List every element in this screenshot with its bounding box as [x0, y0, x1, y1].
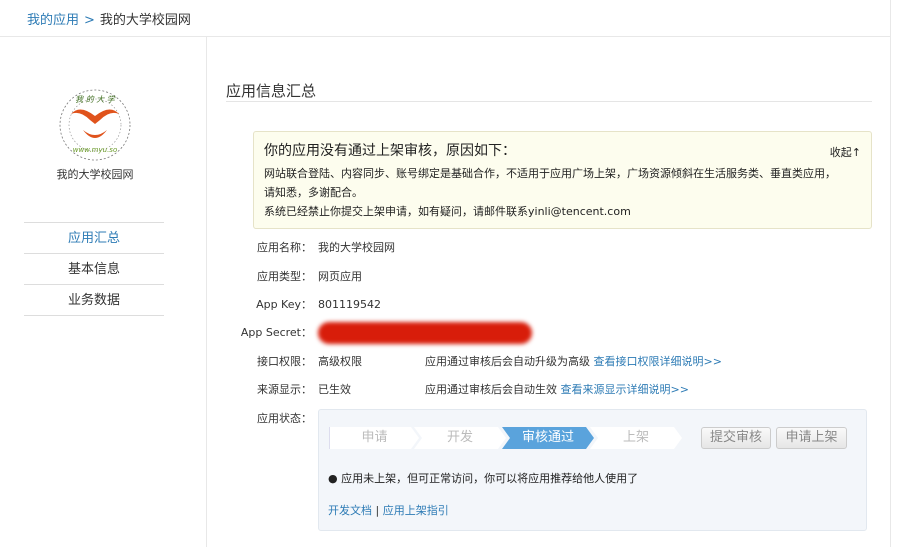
field-value: 我的大学校园网: [318, 241, 395, 254]
sidebar-app-name: 我的大学校园网: [56, 168, 134, 181]
field-app-key: App Key： 801119542: [230, 295, 870, 315]
redaction-mark: [318, 322, 532, 344]
notice-line: 请知悉，多谢配合。: [264, 186, 363, 199]
breadcrumb-current: 我的大学校园网: [99, 13, 191, 28]
app-logo: 我 的 大 学 www.myu.so: [59, 89, 131, 161]
field-label: 应用状态：: [257, 412, 312, 425]
status-message-text: 应用未上架，但可正常访问，你可以将应用推荐给他人使用了: [341, 472, 639, 485]
field-value: 网页应用: [318, 270, 362, 283]
notice-line: 网站联合登陆、内容同步、账号绑定是基础合作，不适用于应用广场上架，广场资源倾斜在…: [264, 167, 836, 180]
collapse-button[interactable]: 收起↑: [830, 144, 861, 160]
breadcrumb-separator: >: [84, 13, 95, 28]
publish-guide-link[interactable]: 应用上架指引: [383, 504, 449, 517]
step-apply: 申请: [329, 427, 419, 449]
field-label: 应用类型：: [257, 270, 312, 283]
api-permission-details-link[interactable]: 查看接口权限详细说明>>: [594, 355, 722, 368]
sidebar-item-basic-info[interactable]: 基本信息: [24, 253, 164, 284]
apply-publish-button[interactable]: 申请上架: [776, 427, 847, 449]
step-develop: 开发: [414, 427, 506, 449]
field-label: 应用名称：: [257, 241, 312, 254]
field-label: App Secret：: [240, 326, 312, 339]
sidebar-item-summary[interactable]: 应用汇总: [24, 222, 164, 253]
dev-docs-link[interactable]: 开发文档: [328, 504, 372, 517]
sidebar-divider-bottom: [24, 315, 164, 316]
bullet-icon: ●: [328, 472, 342, 485]
notice-line: 系统已经禁止你提交上架申请，如有疑问，请邮件联系yinli@tencent.co…: [264, 205, 631, 218]
sidebar-item-business-data[interactable]: 业务数据: [24, 284, 164, 315]
field-note-text: 应用通过审核后会自动生效: [425, 383, 557, 396]
rejection-notice: 你的应用没有通过上架审核，原因如下： 收起↑ 网站联合登陆、内容同步、账号绑定是…: [253, 131, 872, 229]
breadcrumb: 我的应用 > 我的大学校园网: [27, 9, 191, 28]
field-source-display: 来源显示： 已生效 应用通过审核后会自动生效 查看来源显示详细说明>>: [230, 380, 870, 400]
header-divider: [0, 36, 890, 37]
source-display-details-link[interactable]: 查看来源显示详细说明>>: [561, 383, 689, 396]
field-note: 应用通过审核后会自动生效 查看来源显示详细说明>>: [425, 380, 689, 400]
field-note: 应用通过审核后会自动升级为高级 查看接口权限详细说明>>: [425, 352, 722, 372]
notice-heading: 你的应用没有通过上架审核，原因如下：: [264, 143, 516, 159]
status-message: ● 应用未上架，但可正常访问，你可以将应用推荐给他人使用了: [328, 470, 638, 486]
field-app-name: 应用名称： 我的大学校园网: [230, 238, 870, 258]
field-value: 高级权限: [318, 355, 362, 368]
title-divider: [226, 101, 872, 102]
field-value: 已生效: [318, 383, 351, 396]
field-label: 接口权限：: [257, 355, 312, 368]
breadcrumb-my-apps-link[interactable]: 我的应用: [27, 13, 79, 28]
help-links: 开发文档 | 应用上架指引: [328, 502, 449, 518]
page-title: 应用信息汇总: [226, 82, 317, 100]
field-value: 801119542: [318, 298, 381, 311]
page-border: [890, 0, 891, 547]
svg-text:www.myu.so: www.myu.so: [73, 146, 118, 154]
field-note-text: 应用通过审核后会自动升级为高级: [425, 355, 590, 368]
field-app-type: 应用类型： 网页应用: [230, 267, 870, 287]
field-api-permission: 接口权限： 高级权限 应用通过审核后会自动升级为高级 查看接口权限详细说明>>: [230, 352, 870, 372]
svg-text:我 的 大 学: 我 的 大 学: [75, 95, 116, 104]
step-publish: 上架: [590, 427, 682, 449]
field-label: 来源显示：: [257, 383, 312, 396]
field-label: App Key：: [256, 298, 312, 311]
sidebar-divider: [206, 37, 207, 547]
link-separator: |: [375, 504, 380, 517]
step-review-passed: 审核通过: [502, 427, 594, 449]
submit-review-button[interactable]: 提交审核: [701, 427, 771, 449]
